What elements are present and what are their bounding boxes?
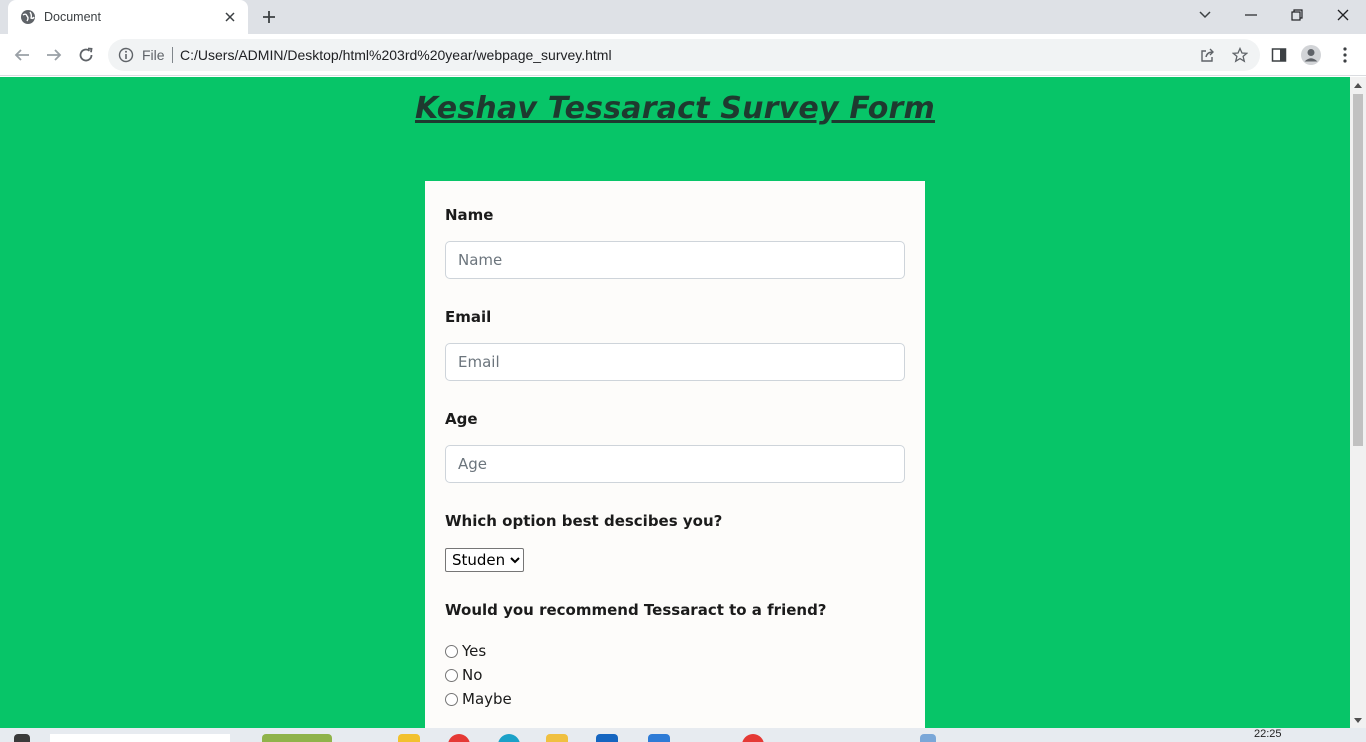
start-icon[interactable]: [14, 734, 30, 742]
radio-yes-label: Yes: [462, 642, 487, 660]
radio-maybe-label: Maybe: [462, 690, 512, 708]
os-taskbar: 22:25: [0, 728, 1366, 742]
address-bar[interactable]: File C:/Users/ADMIN/Desktop/html%203rd%2…: [108, 39, 1260, 71]
side-panel-icon[interactable]: [1268, 44, 1290, 66]
radio-no[interactable]: [445, 668, 458, 682]
radio-option-maybe[interactable]: Maybe: [445, 689, 512, 709]
new-tab-icon[interactable]: [258, 7, 280, 27]
email-label: Email: [445, 308, 492, 326]
edge-icon[interactable]: [498, 734, 520, 742]
browser-tab[interactable]: Document: [8, 0, 248, 34]
name-label: Name: [445, 206, 494, 224]
tab-strip: Document: [0, 0, 1366, 34]
scroll-down-arrow-icon[interactable]: [1350, 712, 1366, 728]
bookmark-star-icon[interactable]: [1231, 46, 1249, 63]
browser-toolbar: File C:/Users/ADMIN/Desktop/html%203rd%2…: [0, 34, 1366, 76]
page-viewport: Keshav Tessaract Survey Form Name Email …: [0, 77, 1350, 728]
profile-avatar-icon[interactable]: [1300, 44, 1322, 66]
minimize-icon[interactable]: [1236, 2, 1266, 28]
close-tab-icon[interactable]: [222, 9, 238, 25]
scroll-up-arrow-icon[interactable]: [1350, 77, 1366, 93]
role-select[interactable]: Student: [445, 548, 524, 572]
scrollbar-thumb[interactable]: [1353, 94, 1363, 446]
chrome-icon[interactable]: [742, 734, 764, 742]
notification-icon[interactable]: [920, 734, 936, 742]
address-divider: [172, 47, 173, 63]
scheme-label: File: [142, 47, 165, 63]
file-explorer-icon[interactable]: [398, 734, 420, 742]
back-arrow-icon[interactable]: [10, 43, 34, 67]
url-text[interactable]: C:/Users/ADMIN/Desktop/html%203rd%20year…: [180, 47, 612, 63]
age-input[interactable]: [445, 445, 905, 483]
survey-form: Name Email Age Which option best descibe…: [425, 181, 925, 728]
info-icon[interactable]: [118, 47, 134, 63]
page-scrollbar[interactable]: [1350, 77, 1366, 728]
name-input[interactable]: [445, 241, 905, 279]
page-title: Keshav Tessaract Survey Form: [414, 91, 935, 126]
tab-title: Document: [44, 10, 101, 24]
radio-yes[interactable]: [445, 644, 458, 658]
role-label: Which option best descibes you?: [445, 512, 723, 530]
store-icon[interactable]: [596, 734, 618, 742]
taskbar-widget-icon[interactable]: [262, 734, 332, 742]
radio-maybe[interactable]: [445, 692, 458, 706]
app-icon[interactable]: [448, 734, 470, 742]
recommend-label: Would you recommend Tessaract to a frien…: [445, 601, 827, 619]
forward-arrow-icon[interactable]: [42, 43, 66, 67]
vscode-icon[interactable]: [648, 734, 670, 742]
globe-icon: [20, 9, 36, 25]
taskbar-clock: 22:25: [1254, 728, 1282, 740]
app-icon[interactable]: [546, 734, 568, 742]
reload-icon[interactable]: [74, 43, 98, 67]
share-icon[interactable]: [1200, 47, 1216, 63]
age-label: Age: [445, 410, 478, 428]
tab-search-chevron-down-icon[interactable]: [1190, 2, 1220, 28]
taskbar-search-box[interactable]: [50, 734, 230, 742]
radio-option-no[interactable]: No: [445, 665, 482, 685]
email-input[interactable]: [445, 343, 905, 381]
restore-icon[interactable]: [1282, 2, 1312, 28]
radio-option-yes[interactable]: Yes: [445, 641, 486, 661]
radio-no-label: No: [462, 666, 483, 684]
close-window-icon[interactable]: [1328, 2, 1358, 28]
more-menu-icon[interactable]: [1334, 44, 1356, 66]
